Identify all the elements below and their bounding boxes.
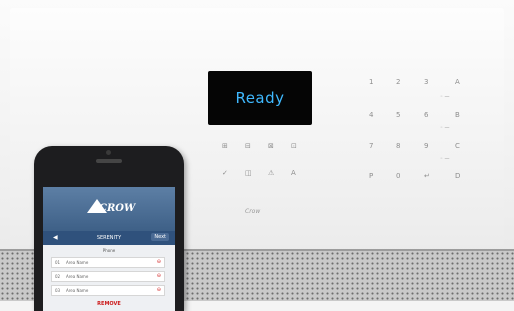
key-5[interactable]: 5 bbox=[396, 111, 400, 119]
speaker-icon bbox=[96, 159, 122, 163]
remove-button[interactable]: REMOVE bbox=[43, 301, 175, 307]
brand-logo: Crow bbox=[245, 208, 261, 215]
row-number: 03 bbox=[55, 288, 61, 293]
phone-screen: CROW ◀ SERENITY Next Phone 01 Area Name … bbox=[43, 187, 175, 311]
list-item[interactable]: 02 Area Name ⊖ bbox=[51, 271, 165, 282]
key-b[interactable]: B bbox=[455, 111, 460, 119]
delete-icon[interactable]: ⊖ bbox=[157, 273, 161, 279]
function-key-a[interactable]: A bbox=[291, 169, 296, 177]
function-key-4[interactable]: ⊡ bbox=[291, 142, 297, 150]
key-0[interactable]: 0 bbox=[396, 172, 400, 180]
function-key-1[interactable]: ⊞ bbox=[222, 142, 228, 150]
key-1[interactable]: 1 bbox=[369, 78, 373, 86]
key-8[interactable]: 8 bbox=[396, 142, 400, 150]
key-7[interactable]: 7 bbox=[369, 142, 373, 150]
indicator-icon: ◦ — bbox=[440, 94, 450, 100]
key-a[interactable]: A bbox=[455, 78, 460, 86]
key-d[interactable]: D bbox=[455, 172, 460, 180]
alarm-panel: Ready ⊞ ⊟ ⊠ ⊡ ✓ ◫ ⚠ A 1 2 3 A 4 5 6 B 7 … bbox=[0, 0, 514, 311]
list-item[interactable]: 01 Area Name ⊖ bbox=[51, 257, 165, 268]
key-3[interactable]: 3 bbox=[424, 78, 428, 86]
key-p[interactable]: P bbox=[369, 172, 373, 180]
nav-bar: ◀ SERENITY Next bbox=[43, 231, 175, 245]
lcd-display: Ready bbox=[208, 71, 312, 125]
camera-icon bbox=[106, 150, 111, 155]
key-4[interactable]: 4 bbox=[369, 111, 373, 119]
display-status-text: Ready bbox=[235, 89, 285, 107]
function-key-6[interactable]: ◫ bbox=[245, 169, 252, 177]
nav-next-button[interactable]: Next bbox=[151, 233, 169, 241]
indicator-icon: ◦ — bbox=[440, 156, 450, 162]
key-9[interactable]: 9 bbox=[424, 142, 428, 150]
app-header: CROW bbox=[43, 187, 175, 231]
list-item[interactable]: 03 Area Name ⊖ bbox=[51, 285, 165, 296]
section-label: Phone bbox=[102, 248, 116, 253]
row-label: Area Name bbox=[66, 288, 89, 293]
function-key-2[interactable]: ⊟ bbox=[245, 142, 251, 150]
delete-icon[interactable]: ⊖ bbox=[157, 259, 161, 265]
key-2[interactable]: 2 bbox=[396, 78, 400, 86]
row-number: 02 bbox=[55, 274, 61, 279]
key-6[interactable]: 6 bbox=[424, 111, 428, 119]
app-logo-text: CROW bbox=[99, 203, 136, 214]
row-number: 01 bbox=[55, 260, 61, 265]
key-c[interactable]: C bbox=[455, 142, 460, 150]
row-label: Area Name bbox=[66, 274, 89, 279]
row-label: Area Name bbox=[66, 260, 89, 265]
indicator-icon: ◦ — bbox=[440, 125, 450, 131]
delete-icon[interactable]: ⊖ bbox=[157, 287, 161, 293]
confirm-key[interactable]: ✓ bbox=[222, 169, 228, 177]
function-key-3[interactable]: ⊠ bbox=[268, 142, 274, 150]
smartphone: CROW ◀ SERENITY Next Phone 01 Area Name … bbox=[34, 146, 184, 311]
enter-key[interactable]: ↵ bbox=[424, 172, 430, 180]
panic-key[interactable]: ⚠ bbox=[268, 169, 274, 177]
